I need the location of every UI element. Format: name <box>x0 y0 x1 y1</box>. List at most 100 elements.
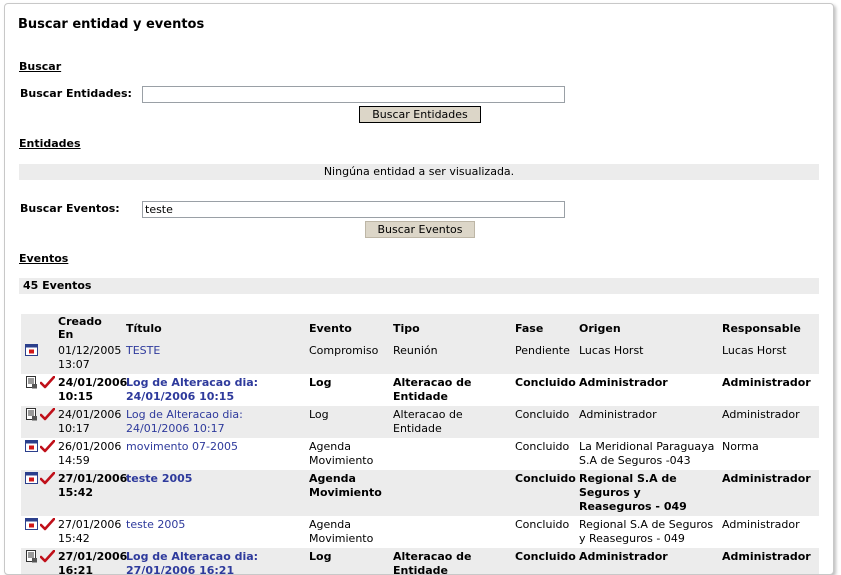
event-title-link[interactable]: TESTE <box>126 344 160 357</box>
cell-phase: Pendiente <box>512 342 576 374</box>
main-panel: Buscar entidad y eventos Buscar Buscar E… <box>4 3 834 575</box>
cell-origin: Lucas Horst <box>576 342 719 374</box>
cell-event: Agenda Movimiento <box>306 516 390 548</box>
table-row[interactable]: 27/01/2006 15:42 teste 2005 Agenda Movimie… <box>21 470 819 516</box>
header-origin[interactable]: Origen <box>576 314 719 342</box>
cell-origin: Regional S.A de Seguros y Reaseguros - 0… <box>576 516 719 548</box>
search-entities-button[interactable]: Buscar Entidades <box>359 106 481 123</box>
cell-event: Agenda Movimiento <box>306 470 390 516</box>
cell-responsible: Lucas Horst <box>719 342 819 374</box>
table-header: Creado En Título Evento Tipo Fase Origen… <box>21 314 819 342</box>
table-row[interactable]: 24/01/2006 10:15 Log de Alteracao dia: 24… <box>21 374 819 406</box>
cell-phase: Concluido <box>512 374 576 406</box>
row-icons <box>21 548 56 574</box>
event-title-link[interactable]: teste 2005 <box>126 518 185 531</box>
header-created[interactable]: Creado En <box>55 314 123 342</box>
cell-responsible: Administrador <box>719 406 819 438</box>
entities-search-input[interactable] <box>142 86 565 103</box>
cell-created: 24/01/2006 10:15 <box>55 374 127 406</box>
search-events-button[interactable]: Buscar Eventos <box>365 221 475 238</box>
cell-event: Agenda Movimiento <box>306 438 390 470</box>
cell-origin: Administrador <box>576 548 719 574</box>
cell-created: 24/01/2006 10:17 <box>55 406 123 438</box>
cell-responsible: Administrador <box>719 374 819 406</box>
calendar-icon[interactable] <box>25 440 38 456</box>
cell-responsible: Administrador <box>719 516 819 548</box>
event-title-link[interactable]: Log de Alteracao dia: 24/01/2006 10:15 <box>126 376 258 403</box>
cell-type <box>390 438 512 470</box>
check-icon <box>39 471 56 489</box>
log-icon[interactable] <box>25 408 38 425</box>
log-icon[interactable] <box>25 550 38 567</box>
header-icons <box>21 314 55 342</box>
cell-title: TESTE <box>123 342 306 374</box>
row-icons <box>21 374 56 406</box>
cell-title: Log de Alteracao dia: 24/01/2006 10:15 <box>123 374 306 406</box>
events-search-input[interactable] <box>142 201 565 218</box>
cell-phase: Concluido <box>512 406 576 438</box>
cell-created: 01/12/2005 13:07 <box>55 342 123 374</box>
table-row[interactable]: 27/01/2006 16:21 Log de Alteracao dia: 27… <box>21 548 819 574</box>
cell-responsible: Administrador <box>719 470 819 516</box>
cell-type <box>390 470 512 516</box>
event-title-link[interactable]: teste 2005 <box>126 472 192 485</box>
cell-phase: Concluido <box>512 470 576 516</box>
cell-title: Log de Alteracao dia: 27/01/2006 16:21 <box>123 548 306 574</box>
page-title: Buscar entidad y eventos <box>18 17 205 32</box>
cell-title: Log de Alteracao dia: 24/01/2006 10:17 <box>123 406 306 438</box>
cell-created: 26/01/2006 14:59 <box>55 438 123 470</box>
cell-responsible: Administrador <box>719 548 819 574</box>
cell-event: Log <box>306 406 390 438</box>
row-icons <box>21 516 56 548</box>
calendar-icon[interactable] <box>25 472 38 488</box>
check-icon <box>39 407 56 425</box>
table-row[interactable]: 01/12/2005 13:07 TESTE Compromiso Reunión Pe… <box>21 342 819 374</box>
cell-created: 27/01/2006 15:42 <box>55 470 127 516</box>
entities-search-label: Buscar Entidades: <box>20 87 132 100</box>
search-section-title: Buscar <box>19 60 62 73</box>
calendar-icon[interactable] <box>25 344 38 360</box>
cell-origin: Administrador <box>576 406 719 438</box>
cell-created: 27/01/2006 15:42 <box>55 516 123 548</box>
row-icons <box>21 438 56 470</box>
entities-empty-message: Ningúna entidad a ser visualizada. <box>19 164 819 180</box>
log-icon[interactable] <box>25 376 38 393</box>
cell-type: Reunión <box>390 342 512 374</box>
row-icons <box>21 470 56 516</box>
row-icons <box>21 406 56 438</box>
cell-phase: Concluido <box>512 438 576 470</box>
table-row[interactable]: 24/01/2006 10:17 Log de Alteracao dia: 24… <box>21 406 819 438</box>
check-icon <box>39 517 56 535</box>
cell-responsible: Norma <box>719 438 819 470</box>
header-phase[interactable]: Fase <box>512 314 576 342</box>
events-section-title: Eventos <box>19 252 69 265</box>
cell-created: 27/01/2006 16:21 <box>55 548 127 574</box>
event-title-link[interactable]: Log de Alteracao dia: 24/01/2006 10:17 <box>126 408 243 435</box>
entities-section-title: Entidades <box>19 137 81 150</box>
cell-type: Alteracao de Entidade <box>390 548 512 574</box>
cell-title: teste 2005 <box>123 516 306 548</box>
table-row[interactable]: 27/01/2006 15:42 teste 2005 Agenda Movimie… <box>21 516 819 548</box>
cell-type: Alteracao de Entidade <box>390 406 512 438</box>
table-row[interactable]: 26/01/2006 14:59 movimento 07-2005 Agenda … <box>21 438 819 470</box>
cell-title: teste 2005 <box>123 470 306 516</box>
events-search-label: Buscar Eventos: <box>20 202 120 215</box>
cell-origin: La Meridional Paraguaya S.A de Seguros -… <box>576 438 719 470</box>
header-event[interactable]: Evento <box>306 314 390 342</box>
check-icon <box>39 375 56 393</box>
check-icon <box>39 439 56 457</box>
header-title[interactable]: Título <box>123 314 306 342</box>
events-count: 45 Eventos <box>19 278 819 294</box>
cell-type: Alteracao de Entidade <box>390 374 512 406</box>
cell-origin: Administrador <box>576 374 719 406</box>
cell-event: Log <box>306 374 390 406</box>
cell-origin: Regional S.A de Seguros y Reaseguros - 0… <box>576 470 719 516</box>
event-title-link[interactable]: movimento 07-2005 <box>126 440 238 453</box>
header-responsible[interactable]: Responsable <box>719 314 819 342</box>
cell-event: Log <box>306 548 390 574</box>
check-icon <box>39 549 56 567</box>
calendar-icon[interactable] <box>25 518 38 534</box>
event-title-link[interactable]: Log de Alteracao dia: 27/01/2006 16:21 <box>126 550 258 574</box>
header-type[interactable]: Tipo <box>390 314 512 342</box>
cell-title: movimento 07-2005 <box>123 438 306 470</box>
